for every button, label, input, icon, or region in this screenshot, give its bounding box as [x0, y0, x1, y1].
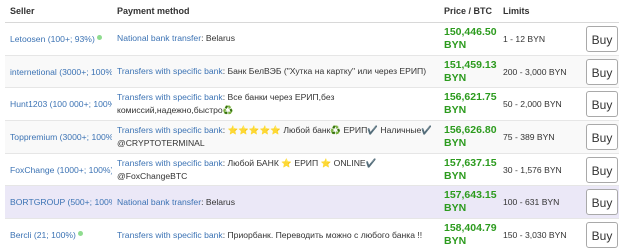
price-value: 156,626.80 BYN: [439, 120, 498, 154]
seller-link[interactable]: Hunt1203 (100 000+; 100%): [10, 99, 112, 109]
payment-method-cell: National bank transfer: Belarus: [112, 22, 439, 56]
header-action: [578, 0, 619, 23]
table-row: BORTGROUP (500+; 100%) National bank tra…: [5, 185, 619, 219]
payment-details: : Belarus: [201, 33, 235, 44]
header-payment-method: Payment method: [112, 0, 439, 23]
payment-method-link[interactable]: National bank transfer: [117, 33, 201, 43]
table-row: Letoosen (100+; 93%) National bank trans…: [5, 22, 619, 56]
action-cell: Buy: [578, 54, 619, 88]
seller-link[interactable]: FoxChange (1000+; 100%): [10, 165, 112, 175]
payment-method-cell: Transfers with specific bank: Приорбанк.…: [112, 218, 439, 252]
seller-link[interactable]: internetional (3000+; 100%): [10, 67, 112, 77]
header-seller: Seller: [5, 0, 112, 23]
payment-method-link[interactable]: Transfers with specific bank: [117, 230, 223, 240]
seller-cell: Hunt1203 (100 000+; 100%): [5, 87, 112, 121]
action-cell: Buy: [578, 152, 619, 186]
seller-link[interactable]: Toppremium (3000+; 100%): [10, 132, 112, 142]
seller-cell: FoxChange (1000+; 100%): [5, 152, 112, 186]
buy-button[interactable]: Buy: [586, 91, 618, 118]
seller-cell: Toppremium (3000+; 100%): [5, 120, 112, 154]
seller-cell: Letoosen (100+; 93%): [5, 22, 112, 56]
payment-method-link[interactable]: Transfers with specific bank: [117, 125, 223, 135]
action-cell: Buy: [578, 185, 619, 219]
limits-value: 150 - 3,030 BYN: [498, 218, 578, 252]
price-value: 158,404.79 BYN: [439, 218, 498, 252]
payment-details: : Банк БелВЭБ ("Хутка на картку" или чер…: [222, 66, 427, 77]
seller-link[interactable]: BORTGROUP (500+; 100%): [10, 197, 112, 207]
payment-method-cell: Transfers with specific bank: ⭐⭐⭐⭐⭐ Любо…: [112, 120, 439, 154]
buy-button[interactable]: Buy: [586, 189, 618, 216]
price-value: 156,621.75 BYN: [439, 87, 498, 121]
price-value: 157,643.15 BYN: [439, 185, 498, 219]
buy-button[interactable]: Buy: [586, 25, 618, 52]
limits-value: 30 - 1,576 BYN: [498, 152, 578, 186]
seller-cell: internetional (3000+; 100%): [5, 54, 112, 88]
buy-button[interactable]: Buy: [586, 123, 618, 150]
limits-value: 75 - 389 BYN: [498, 120, 578, 154]
online-status-icon: [96, 34, 102, 40]
table-row: FoxChange (1000+; 100%) Transfers with s…: [5, 152, 619, 186]
payment-details: : Приорбанк. Переводить можно с любого б…: [222, 229, 423, 240]
limits-value: 50 - 2,000 BYN: [498, 87, 578, 121]
seller-link[interactable]: Bercli (21; 100%): [10, 230, 76, 240]
table-row: internetional (3000+; 100%) Transfers wi…: [5, 54, 619, 88]
header-price: Price / BTC: [439, 0, 498, 23]
payment-method-cell: National bank transfer: Belarus: [112, 185, 439, 219]
payment-method-cell: Transfers with specific bank: Все банки …: [112, 87, 439, 121]
payment-method-link[interactable]: Transfers with specific bank: [117, 92, 223, 102]
payment-method-link[interactable]: Transfers with specific bank: [117, 66, 223, 76]
seller-cell: BORTGROUP (500+; 100%): [5, 185, 112, 219]
payment-method-link[interactable]: National bank transfer: [117, 197, 201, 207]
action-cell: Buy: [578, 218, 619, 252]
seller-cell: Bercli (21; 100%): [5, 218, 112, 252]
table-header-row: Seller Payment method Price / BTC Limits: [5, 0, 619, 23]
online-status-icon: [77, 231, 83, 237]
buy-button[interactable]: Buy: [586, 156, 618, 183]
action-cell: Buy: [578, 87, 619, 121]
payment-method-link[interactable]: Transfers with specific bank: [117, 158, 223, 168]
table-row: Hunt1203 (100 000+; 100%) Transfers with…: [5, 87, 619, 121]
action-cell: Buy: [578, 120, 619, 154]
table-row: Bercli (21; 100%) Transfers with specifi…: [5, 218, 619, 252]
limits-value: 200 - 3,000 BYN: [498, 54, 578, 88]
price-value: 157,637.15 BYN: [439, 152, 498, 186]
buy-button[interactable]: Buy: [586, 222, 618, 249]
buy-button[interactable]: Buy: [586, 58, 618, 85]
table-row: Toppremium (3000+; 100%) Transfers with …: [5, 120, 619, 154]
action-cell: Buy: [578, 22, 619, 56]
payment-method-cell: Transfers with specific bank: Банк БелВЭ…: [112, 54, 439, 88]
seller-link[interactable]: Letoosen (100+; 93%): [10, 34, 95, 44]
payment-method-cell: Transfers with specific bank: Любой БАНК…: [112, 152, 439, 186]
payment-details: : Belarus: [201, 196, 235, 207]
price-value: 150,446.50 BYN: [439, 22, 498, 56]
limits-value: 1 - 12 BYN: [498, 22, 578, 56]
offers-table: Seller Payment method Price / BTC Limits…: [5, 0, 619, 252]
limits-value: 100 - 631 BYN: [498, 185, 578, 219]
header-limits: Limits: [498, 0, 578, 23]
price-value: 151,459.13 BYN: [439, 54, 498, 88]
